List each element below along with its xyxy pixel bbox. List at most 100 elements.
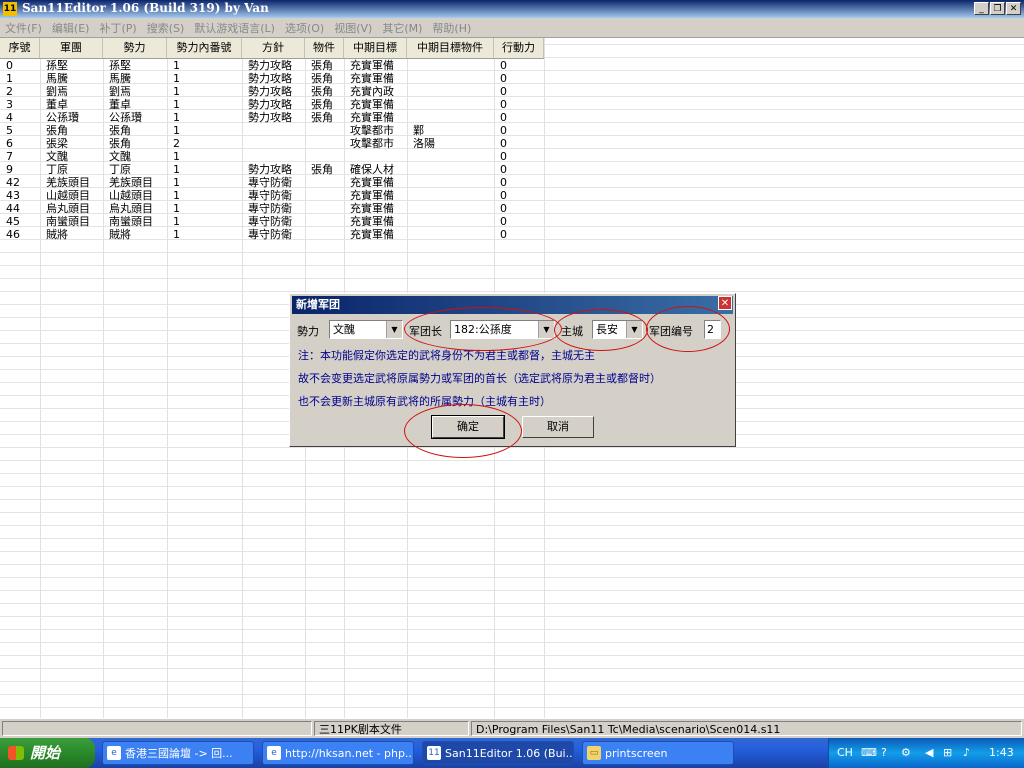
taskbar-item-label: San11Editor 1.06 (Bui... xyxy=(445,747,574,760)
table-row[interactable]: 1 馬騰 馬騰 1 勢力攻略 張角 充實軍備 0 xyxy=(0,72,544,85)
table-cell xyxy=(305,228,344,241)
table-cell xyxy=(242,150,305,163)
menu-language[interactable]: 默认游戏语言(L) xyxy=(189,18,280,38)
restore-button[interactable]: ❐ xyxy=(990,2,1005,15)
status-bar: 三11PK剧本文件 D:\Program Files\San11 Tc\Medi… xyxy=(0,718,1024,738)
close-button[interactable]: ✕ xyxy=(1006,2,1021,15)
column-header[interactable]: 中期目標物件 xyxy=(407,38,494,58)
table-cell: 充實軍備 xyxy=(350,215,394,228)
table-cell: 董卓 xyxy=(109,98,131,111)
table-cell: 1 xyxy=(173,150,180,163)
table-row[interactable]: 42 羌族頭目 羌族頭目 1 專守防衛 充實軍備 0 xyxy=(0,176,544,189)
table-cell xyxy=(407,85,494,98)
table-cell: 賊將 xyxy=(46,228,68,241)
table-cell xyxy=(344,150,407,163)
table-row[interactable]: 3 董卓 董卓 1 勢力攻略 張角 充實軍備 0 xyxy=(0,98,544,111)
table-row[interactable]: 43 山越頭目 山越頭目 1 專守防衛 充實軍備 0 xyxy=(0,189,544,202)
table-cell: 充實軍備 xyxy=(350,111,394,124)
volume-icon[interactable]: ♪ xyxy=(963,746,970,759)
minimize-button[interactable]: _ xyxy=(974,2,989,15)
table-row[interactable]: 6 張梁 張角 2 攻擊都市 洛陽 0 xyxy=(0,137,544,150)
column-header[interactable]: 方針 xyxy=(242,38,305,58)
column-header[interactable]: 行動力 xyxy=(494,38,544,58)
table-cell: 山越頭目 xyxy=(109,189,153,202)
ok-button[interactable]: 确定 xyxy=(431,415,505,439)
table-cell: 張角 xyxy=(311,85,333,98)
table-row[interactable]: 4 公孫瓚 公孫瓚 1 勢力攻略 張角 充實軍備 0 xyxy=(0,111,544,124)
table-row[interactable]: 45 南蠻頭目 南蠻頭目 1 專守防衛 充實軍備 0 xyxy=(0,215,544,228)
windows-logo-icon xyxy=(8,746,24,760)
chevron-down-icon: ▼ xyxy=(626,321,642,338)
table-cell xyxy=(242,124,305,137)
menu-view[interactable]: 视图(V) xyxy=(329,18,377,38)
city-select[interactable]: 長安 ▼ xyxy=(592,320,643,339)
table-cell: 公孫瓚 xyxy=(109,111,142,124)
table-row[interactable]: 44 烏丸頭目 烏丸頭目 1 專守防衛 充實軍備 0 xyxy=(0,202,544,215)
leader-select[interactable]: 182:公孫度 ▼ xyxy=(450,320,555,339)
taskbar-item-printscreen[interactable]: ▭ printscreen xyxy=(582,741,734,765)
cancel-button[interactable]: 取消 xyxy=(522,416,594,438)
table-cell: 馬騰 xyxy=(46,72,68,85)
corps-id-input[interactable]: 2 xyxy=(704,320,721,339)
menu-patch[interactable]: 补丁(P) xyxy=(94,18,141,38)
arrow-left-icon[interactable]: ◀ xyxy=(925,746,933,759)
start-label: 開始 xyxy=(30,744,61,762)
table-cell xyxy=(407,98,494,111)
table-cell: 勢力攻略 xyxy=(248,59,292,72)
dialog-close-button[interactable]: ✕ xyxy=(718,296,732,310)
window-titlebar[interactable]: 11 San11Editor 1.06 (Build 319) by Van _… xyxy=(0,0,1024,18)
table-cell: 0 xyxy=(500,72,507,85)
table-cell: 張梁 xyxy=(46,137,68,150)
table-row[interactable]: 7 文醜 文醜 1 0 xyxy=(0,150,544,163)
menu-file[interactable]: 文件(F) xyxy=(0,18,47,38)
start-button[interactable]: 開始 xyxy=(0,738,95,768)
table-row[interactable]: 2 劉焉 劉焉 1 勢力攻略 張角 充實內政 0 xyxy=(0,85,544,98)
dialog-title[interactable]: 新增军团 xyxy=(292,296,733,314)
column-header[interactable]: 勢力內番號 xyxy=(167,38,242,58)
language-indicator[interactable]: CH xyxy=(837,746,853,759)
table-cell xyxy=(305,137,344,150)
table-cell: 鄴 xyxy=(413,124,424,137)
column-header[interactable]: 勢力 xyxy=(103,38,167,58)
ie-icon: e xyxy=(267,746,281,760)
help-icon[interactable]: ? xyxy=(881,746,887,759)
settings-icon[interactable]: ⚙ xyxy=(901,746,911,759)
table-row[interactable]: 46 賊將 賊將 1 專守防衛 充實軍備 0 xyxy=(0,228,544,241)
table-row[interactable]: 0 孫堅 孫堅 1 勢力攻略 張角 充實軍備 0 xyxy=(0,59,544,72)
chevron-down-icon: ▼ xyxy=(538,321,554,338)
table-cell xyxy=(407,228,494,241)
column-header[interactable]: 序號 xyxy=(0,38,40,58)
table-cell: 充實軍備 xyxy=(350,98,394,111)
menu-other[interactable]: 其它(M) xyxy=(377,18,427,38)
table-cell: 充實軍備 xyxy=(350,72,394,85)
taskbar-item-forum[interactable]: e 香港三國論壇 -> 回... xyxy=(102,741,254,765)
clock: 1:43 xyxy=(989,746,1014,759)
table-cell: 專守防衛 xyxy=(248,215,292,228)
column-header[interactable]: 物件 xyxy=(305,38,344,58)
force-select[interactable]: 文醜 ▼ xyxy=(329,320,403,339)
table-cell: 1 xyxy=(173,72,180,85)
menu-options[interactable]: 选项(O) xyxy=(280,18,329,38)
column-header[interactable]: 軍團 xyxy=(40,38,103,58)
menu-search[interactable]: 搜索(S) xyxy=(142,18,190,38)
column-header[interactable]: 中期目標 xyxy=(344,38,407,58)
menu-edit[interactable]: 编辑(E) xyxy=(47,18,95,38)
table-cell: 9 xyxy=(6,163,13,176)
table-cell: 專守防衛 xyxy=(248,189,292,202)
table-row[interactable]: 5 張角 張角 1 攻擊都市 鄴 0 xyxy=(0,124,544,137)
table-cell: 馬騰 xyxy=(109,72,131,85)
table-cell: 公孫瓚 xyxy=(46,111,79,124)
table-cell: 張角 xyxy=(311,59,333,72)
network-icon[interactable]: ⊞ xyxy=(943,746,952,759)
table-cell: 1 xyxy=(6,72,13,85)
taskbar-item-hksan[interactable]: e http://hksan.net - php... xyxy=(262,741,414,765)
table-cell: 南蠻頭目 xyxy=(46,215,90,228)
table-cell: 0 xyxy=(500,98,507,111)
menu-help[interactable]: 帮助(H) xyxy=(427,18,476,38)
keyboard-icon[interactable]: ⌨ xyxy=(861,746,877,759)
table-cell: 董卓 xyxy=(46,98,68,111)
table-cell: 劉焉 xyxy=(109,85,131,98)
table-cell: 專守防衛 xyxy=(248,202,292,215)
table-row[interactable]: 9 丁原 丁原 1 勢力攻略 張角 確保人材 0 xyxy=(0,163,544,176)
taskbar-item-editor[interactable]: 11 San11Editor 1.06 (Bui... xyxy=(422,741,574,765)
